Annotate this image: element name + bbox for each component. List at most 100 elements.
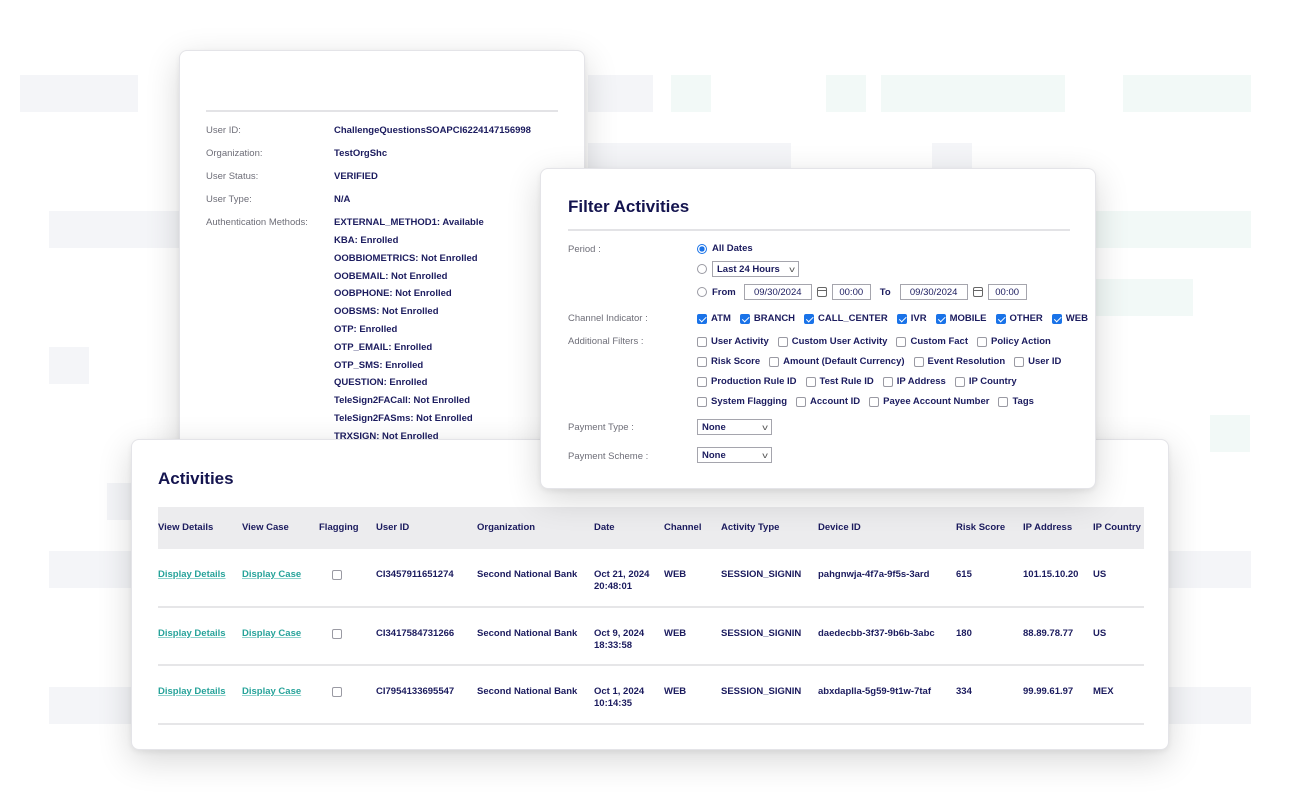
ip-address-cell: 88.89.78.77 <box>1023 627 1074 639</box>
checkbox[interactable] <box>998 396 1009 407</box>
channel-call-center[interactable]: CALL_CENTER <box>804 313 888 324</box>
chevron-down-icon: v <box>789 264 795 274</box>
filter-amount[interactable]: Amount (Default Currency) <box>769 356 905 367</box>
checkbox[interactable] <box>913 356 924 367</box>
checkbox[interactable] <box>697 376 707 387</box>
filter-tags[interactable]: Tags <box>998 396 1034 407</box>
checkbox[interactable] <box>697 396 707 407</box>
checkbox[interactable] <box>896 336 907 347</box>
checkbox-label: MOBILE <box>949 313 987 324</box>
column-header: IP Country <box>1093 522 1141 533</box>
filter-custom-user-activity[interactable]: Custom User Activity <box>777 336 887 347</box>
chevron-down-icon: v <box>762 422 768 432</box>
checkbox[interactable] <box>954 376 965 387</box>
payment-scheme-select[interactable]: None v <box>697 447 772 463</box>
display-case-link[interactable]: Display Case <box>242 628 301 639</box>
checkbox[interactable] <box>896 313 907 324</box>
checkbox[interactable] <box>977 336 988 347</box>
radio-range[interactable] <box>697 287 707 297</box>
column-header: View Case <box>242 522 289 533</box>
channel-other[interactable]: OTHER <box>995 313 1043 324</box>
user-id-cell: CI3417584731266 <box>376 627 455 639</box>
checkbox[interactable] <box>769 356 780 367</box>
select-value: None <box>702 449 726 461</box>
bg-decoration <box>1096 211 1251 248</box>
column-header: Flagging <box>319 522 359 533</box>
relative-period-select[interactable]: Last 24 Hours v <box>712 261 799 277</box>
checkbox[interactable] <box>697 356 707 367</box>
device-id-cell: abxdaplla-5g59-9t1w-7taf <box>818 686 931 697</box>
filter-custom-fact[interactable]: Custom Fact <box>896 336 968 347</box>
channel-branch[interactable]: BRANCH <box>739 313 795 324</box>
activity-type-cell: SESSION_SIGNIN <box>721 569 802 580</box>
ip-country-cell: MEX <box>1093 686 1114 697</box>
organization-cell: Second National Bank <box>477 569 578 580</box>
channel-atm[interactable]: ATM <box>697 313 731 324</box>
checkbox[interactable] <box>869 396 880 407</box>
bg-decoration <box>932 143 972 168</box>
bg-decoration <box>1123 75 1251 112</box>
checkbox[interactable] <box>804 313 815 324</box>
filter-test-rule-id[interactable]: Test Rule ID <box>805 376 874 387</box>
display-details-link[interactable]: Display Details <box>158 686 226 697</box>
channel-web[interactable]: WEB <box>1051 313 1088 324</box>
checkbox[interactable] <box>697 313 707 324</box>
display-case-link[interactable]: Display Case <box>242 569 301 580</box>
filter-payee-account-number[interactable]: Payee Account Number <box>869 396 989 407</box>
checkbox-label: Account ID <box>810 396 861 407</box>
ip-address-cell: 101.15.10.20 <box>1023 569 1079 580</box>
checkbox[interactable] <box>796 396 807 407</box>
flagging-checkbox[interactable] <box>332 687 342 697</box>
checkbox[interactable] <box>1051 313 1062 324</box>
checkbox-label: Risk Score <box>711 356 761 367</box>
calendar-icon[interactable] <box>972 287 983 297</box>
period-all-option[interactable]: All Dates <box>697 243 753 254</box>
filter-policy-action[interactable]: Policy Action <box>977 336 1051 347</box>
filter-account-id[interactable]: Account ID <box>796 396 860 407</box>
field-user-status: User Status: VERIFIED <box>206 170 378 184</box>
additional-filters-row: User Activity Custom User Activity Custo… <box>697 336 1060 347</box>
checkbox[interactable] <box>1014 356 1025 367</box>
channel-mobile[interactable]: MOBILE <box>935 313 987 324</box>
checkbox[interactable] <box>697 336 707 347</box>
filter-event-resolution[interactable]: Event Resolution <box>913 356 1005 367</box>
time-text: 18:33:58 <box>594 639 633 651</box>
field-label: Organization: <box>206 148 263 159</box>
radio-all-dates[interactable] <box>697 243 707 254</box>
flagging-checkbox[interactable] <box>332 628 342 639</box>
filter-user-activity[interactable]: User Activity <box>697 336 769 347</box>
checkbox[interactable] <box>739 313 750 324</box>
bg-decoration <box>1096 279 1193 316</box>
checkbox-label: User ID <box>1028 356 1062 367</box>
filter-ip-country[interactable]: IP Country <box>954 376 1017 387</box>
filter-user-id[interactable]: User ID <box>1014 356 1061 367</box>
filter-production-rule-id[interactable]: Production Rule ID <box>697 376 797 387</box>
checkbox[interactable] <box>805 376 816 387</box>
checkbox-label: IP Country <box>968 376 1017 387</box>
from-date-input[interactable]: 09/30/2024 <box>743 284 812 300</box>
filter-ip-address[interactable]: IP Address <box>882 376 946 387</box>
period-relative-option[interactable]: Last 24 Hours v <box>697 261 799 277</box>
checkbox[interactable] <box>995 313 1006 324</box>
flagging-checkbox[interactable] <box>332 570 342 580</box>
display-details-link[interactable]: Display Details <box>158 569 226 580</box>
radio-relative[interactable] <box>697 264 707 274</box>
from-time-input[interactable]: 00:00 <box>831 284 871 300</box>
field-label: User Status: <box>206 171 259 182</box>
bg-decoration <box>1210 415 1250 452</box>
checkbox[interactable] <box>882 376 893 387</box>
checkbox[interactable] <box>777 336 788 347</box>
payment-type-select[interactable]: None v <box>697 419 772 435</box>
period-range-option[interactable]: From 09/30/2024 00:00 To 09/30/2024 00:0… <box>697 284 1027 300</box>
channel-ivr[interactable]: IVR <box>896 313 927 324</box>
date-cell: Oct 1, 2024 10:14:35 <box>594 686 664 710</box>
calendar-icon[interactable] <box>816 287 827 297</box>
checkbox[interactable] <box>935 313 946 324</box>
checkbox-label: CALL_CENTER <box>818 313 888 324</box>
filter-risk-score[interactable]: Risk Score <box>697 356 760 367</box>
to-date-input[interactable]: 09/30/2024 <box>899 284 968 300</box>
to-time-input[interactable]: 00:00 <box>987 284 1027 300</box>
display-case-link[interactable]: Display Case <box>242 686 301 697</box>
display-details-link[interactable]: Display Details <box>158 628 226 639</box>
filter-system-flagging[interactable]: System Flagging <box>697 396 787 407</box>
